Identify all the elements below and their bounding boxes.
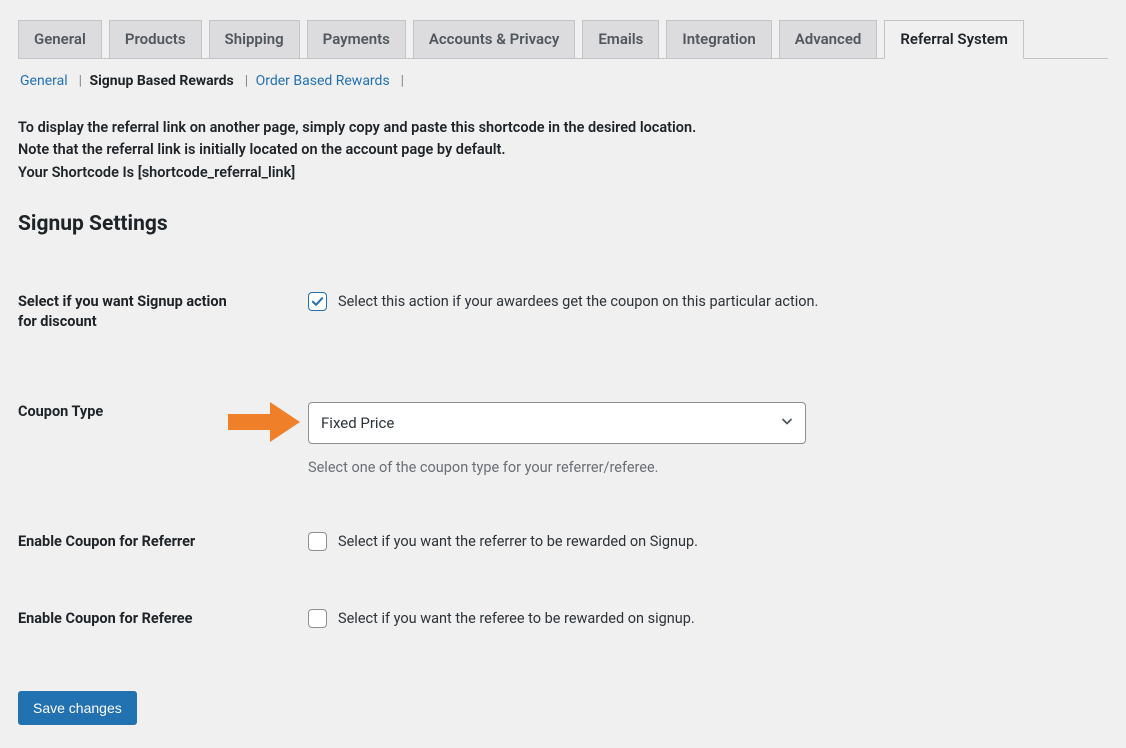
subnav-signup-rewards[interactable]: Signup Based Rewards bbox=[87, 73, 235, 89]
select-coupon-type[interactable]: Fixed Price bbox=[308, 402, 806, 444]
checkbox-signup-action[interactable] bbox=[308, 292, 327, 311]
desc-line: To display the referral link on another … bbox=[18, 117, 1108, 139]
save-button[interactable]: Save changes bbox=[18, 691, 137, 725]
tab-general[interactable]: General bbox=[18, 20, 102, 58]
subnav: General | Signup Based Rewards | Order B… bbox=[18, 73, 1108, 89]
label-signup-action: Select if you want Signup action for dis… bbox=[18, 292, 238, 331]
checkbox-desc: Select if you want the referee to be rew… bbox=[338, 610, 695, 627]
chevron-down-icon bbox=[780, 414, 794, 432]
tab-shipping[interactable]: Shipping bbox=[209, 20, 300, 58]
tab-products[interactable]: Products bbox=[109, 20, 202, 58]
section-title: Signup Settings bbox=[18, 212, 1108, 236]
desc-line: Note that the referral link is initially… bbox=[18, 139, 1108, 161]
subnav-sep: | bbox=[73, 73, 84, 89]
tab-advanced[interactable]: Advanced bbox=[779, 20, 878, 58]
desc-line: Your Shortcode Is [shortcode_referral_li… bbox=[18, 162, 1108, 184]
row-referee: Enable Coupon for Referee Select if you … bbox=[18, 609, 1108, 629]
description-block: To display the referral link on another … bbox=[18, 117, 1108, 184]
tab-emails[interactable]: Emails bbox=[582, 20, 659, 58]
checkbox-desc: Select if you want the referrer to be re… bbox=[338, 533, 698, 550]
subnav-general[interactable]: General bbox=[18, 73, 70, 89]
select-value: Fixed Price bbox=[321, 414, 394, 432]
checkbox-referrer[interactable] bbox=[308, 532, 327, 551]
checkbox-desc: Select this action if your awardees get … bbox=[338, 293, 818, 310]
tab-integration[interactable]: Integration bbox=[666, 20, 771, 58]
arrow-icon bbox=[228, 400, 300, 444]
tab-referral-system[interactable]: Referral System bbox=[884, 20, 1024, 59]
label-referrer: Enable Coupon for Referrer bbox=[18, 532, 278, 552]
subnav-sep: | bbox=[395, 73, 406, 89]
subnav-sep: | bbox=[239, 73, 250, 89]
label-referee: Enable Coupon for Referee bbox=[18, 609, 278, 629]
tab-payments[interactable]: Payments bbox=[307, 20, 406, 58]
help-coupon-type: Select one of the coupon type for your r… bbox=[308, 459, 1108, 476]
check-icon bbox=[310, 294, 325, 309]
label-coupon-type: Coupon Type bbox=[18, 402, 238, 422]
settings-tabs: General Products Shipping Payments Accou… bbox=[18, 18, 1108, 59]
row-signup-action: Select if you want Signup action for dis… bbox=[18, 292, 1108, 331]
subnav-order-rewards[interactable]: Order Based Rewards bbox=[254, 73, 392, 89]
checkbox-referee[interactable] bbox=[308, 609, 327, 628]
row-referrer: Enable Coupon for Referrer Select if you… bbox=[18, 532, 1108, 552]
row-coupon-type: Coupon Type Fixed Price Select one of th… bbox=[18, 402, 1108, 476]
tab-accounts-privacy[interactable]: Accounts & Privacy bbox=[413, 20, 576, 58]
